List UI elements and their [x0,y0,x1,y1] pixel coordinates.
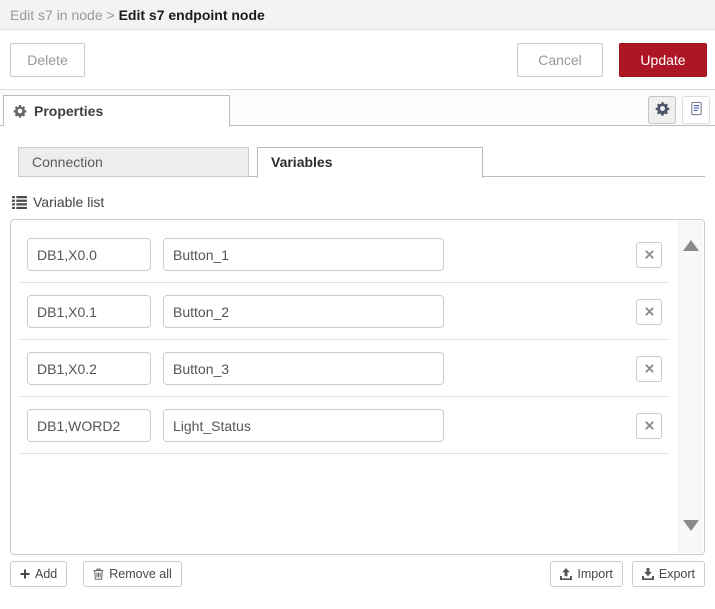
breadcrumb-current: Edit s7 endpoint node [118,6,265,23]
remove-row-button[interactable] [636,241,662,268]
variable-address-input[interactable] [27,295,151,328]
export-button[interactable]: Export [631,561,705,587]
breadcrumb-parent[interactable]: Edit s7 in node [10,7,103,23]
delete-button[interactable]: Delete [10,43,85,77]
x-icon [644,418,654,433]
remove-all-button-label: Remove all [109,567,172,581]
doc-icon [689,101,704,119]
remove-row-button[interactable] [636,412,662,439]
variable-row [19,397,669,454]
variable-row [19,223,669,283]
list-icon [12,195,27,209]
gear-icon [13,104,27,118]
triangle-down-icon[interactable] [683,520,699,531]
variable-list-title-label: Variable list [33,194,105,210]
update-button[interactable]: Update [619,43,707,77]
cancel-button[interactable]: Cancel [517,43,603,77]
variable-rows [11,220,677,454]
import-export-group: Import Export [550,561,705,587]
breadcrumb-separator: > [102,6,119,23]
remove-row-button[interactable] [636,298,662,325]
download-icon [641,568,654,580]
tab-connection[interactable]: Connection [18,147,249,177]
variable-name-input[interactable] [163,352,444,385]
variable-address-input[interactable] [27,409,151,442]
node-doc-button[interactable] [682,96,710,124]
trash-icon [93,568,104,580]
tab-properties-label: Properties [34,103,104,119]
remove-all-button[interactable]: Remove all [83,561,182,587]
dialog-toolbar: Delete Cancel Update [0,30,715,90]
variable-list-title: Variable list [12,194,715,210]
breadcrumb: Edit s7 in node > Edit s7 endpoint node [0,0,715,30]
plus-icon [20,569,30,579]
triangle-up-icon[interactable] [683,240,699,251]
variable-row [19,340,669,397]
editor-tabbar: Properties [0,90,715,126]
variable-list [10,219,705,555]
variable-name-input[interactable] [163,238,444,271]
export-button-label: Export [658,567,695,581]
list-footer: Add Remove all Import Export [10,561,705,587]
tab-variables[interactable]: Variables [257,147,483,178]
import-button[interactable]: Import [550,561,623,587]
form-tabs: Connection Variables [18,147,705,178]
variable-name-input[interactable] [163,409,444,442]
add-button[interactable]: Add [10,561,68,587]
x-icon [644,304,654,319]
editor-tabbar-buttons [648,96,710,124]
tab-properties[interactable]: Properties [3,95,230,126]
variable-address-input[interactable] [27,352,151,385]
gear-icon [655,101,670,119]
remove-row-button[interactable] [636,355,662,382]
upload-icon [560,568,573,580]
x-icon [644,247,654,262]
variable-address-input[interactable] [27,238,151,271]
x-icon [644,361,654,376]
add-button-label: Add [35,567,58,581]
variable-name-input[interactable] [163,295,444,328]
variable-row [19,283,669,340]
import-button-label: Import [577,567,613,581]
list-scrollbar[interactable] [678,221,703,553]
properties-gear-button[interactable] [648,96,676,124]
